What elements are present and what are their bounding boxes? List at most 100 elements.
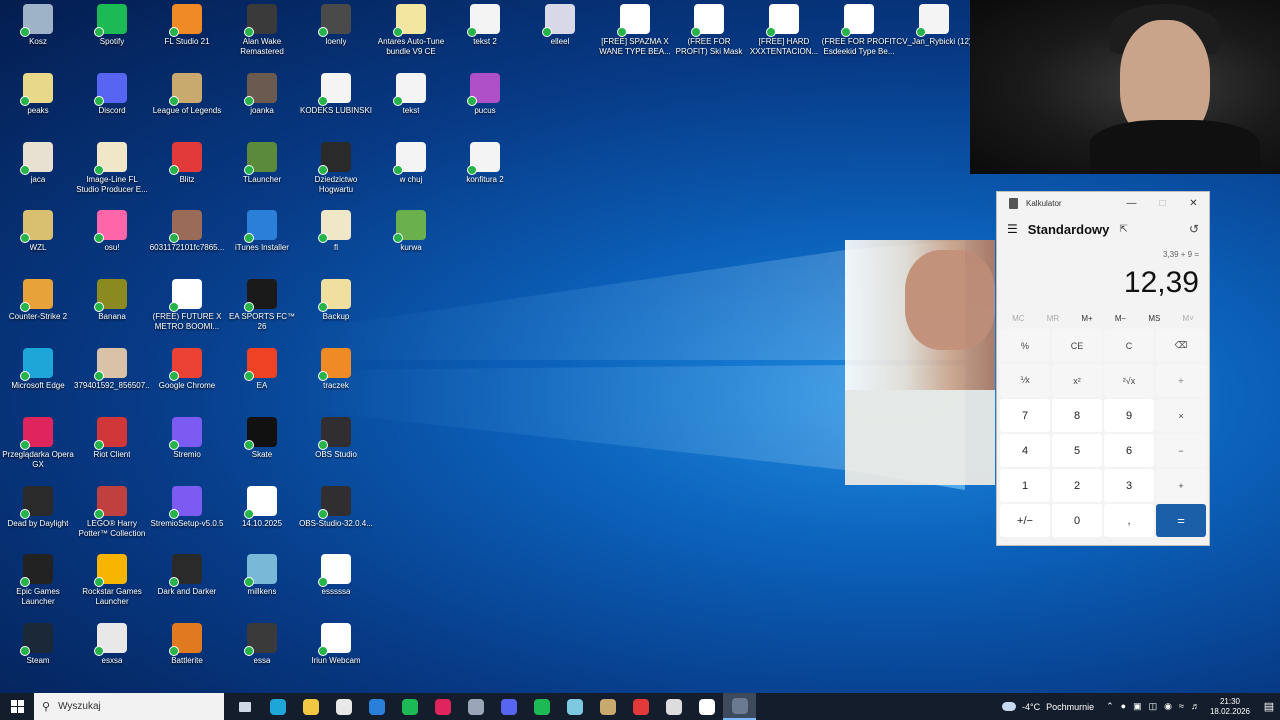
chevron-up-icon[interactable]: ⌃ (1106, 701, 1114, 712)
desktop-icon[interactable]: TLauncher (224, 142, 300, 208)
calc-key[interactable]: 2 (1052, 469, 1102, 502)
desktop-icon[interactable]: Dziedzictwo Hogwartu (298, 142, 374, 208)
hamburger-menu-icon[interactable]: ☰ (1007, 222, 1018, 236)
taskbar-app-discord[interactable] (492, 693, 525, 720)
desktop-icon[interactable]: Image-Line FL Studio Producer E... (74, 142, 150, 208)
desktop-icon[interactable]: FL Studio 21 (149, 4, 225, 70)
desktop-icon[interactable]: CV_Jan_Rybicki (12) (896, 4, 972, 70)
desktop-icon[interactable]: traczek (298, 348, 374, 414)
wifi-icon[interactable]: ≈ (1179, 701, 1184, 712)
calc-key[interactable]: ⌫ (1156, 329, 1206, 362)
memory-button[interactable]: M˅ (1183, 314, 1194, 323)
calc-key[interactable]: CE (1052, 329, 1102, 362)
taskbar-app-obs[interactable] (657, 693, 690, 720)
desktop-icon[interactable]: StremioSetup-v5.0.5 (149, 486, 225, 552)
start-button[interactable] (0, 693, 34, 720)
desktop-icon[interactable]: Iriun Webcam (298, 623, 374, 689)
desktop-icon[interactable]: Riot Client (74, 417, 150, 483)
calc-key[interactable]: ²√x (1104, 364, 1154, 397)
taskbar-app-calculator[interactable] (723, 693, 756, 720)
desktop-icon[interactable]: [FREE] HARD XXXTENTACION... (746, 4, 822, 70)
desktop-icon[interactable]: OBS Studio (298, 417, 374, 483)
memory-button[interactable]: MC (1012, 314, 1024, 323)
taskbar-search[interactable]: ⚲ Wyszukaj (34, 693, 224, 720)
desktop-icon[interactable]: WZL (0, 210, 76, 276)
maximize-icon[interactable]: □ (1147, 192, 1178, 214)
obs-tray-icon[interactable]: ◉ (1164, 701, 1172, 712)
desktop-icon[interactable]: Kosz (0, 4, 76, 70)
desktop-icon[interactable]: Antares Auto-Tune bundle V9 CE (373, 4, 449, 70)
desktop-icon[interactable]: fl (298, 210, 374, 276)
calc-key[interactable]: 0 (1052, 504, 1102, 537)
calc-key[interactable]: ÷ (1156, 364, 1206, 397)
calc-key[interactable]: 9 (1104, 399, 1154, 432)
notification-icon[interactable]: ▤ (1260, 700, 1278, 713)
taskbar-app-file-explorer[interactable] (294, 693, 327, 720)
history-icon[interactable]: ↺ (1189, 222, 1199, 236)
memory-button[interactable]: MR (1047, 314, 1059, 323)
calc-key[interactable]: + (1156, 469, 1206, 502)
desktop-icon[interactable]: Skate (224, 417, 300, 483)
microphone-icon[interactable]: ● (1121, 701, 1126, 712)
desktop-icon[interactable]: elleel (522, 4, 598, 70)
desktop-icon[interactable]: League of Legends (149, 73, 225, 139)
weather-widget[interactable]: -4°C Pochmurnie (1001, 702, 1094, 712)
taskbar-app-task-view[interactable] (228, 693, 261, 720)
desktop-icon[interactable]: [FREE] SPAZMA X WANE TYPE BEA... (597, 4, 673, 70)
desktop-icon[interactable]: loenly (298, 4, 374, 70)
calc-key[interactable]: 3 (1104, 469, 1154, 502)
calc-key[interactable]: = (1156, 504, 1206, 537)
display-icon[interactable]: ▣ (1133, 701, 1142, 712)
calc-key[interactable]: 8 (1052, 399, 1102, 432)
desktop-icon[interactable]: 379401592_856507... (74, 348, 150, 414)
desktop-icon[interactable]: EA SPORTS FC™ 26 (224, 279, 300, 345)
taskbar-clock[interactable]: 21:30 18.02.2026 (1210, 697, 1250, 717)
taskbar-app-edge[interactable] (261, 693, 294, 720)
minimize-icon[interactable]: — (1116, 192, 1147, 214)
desktop-icon[interactable]: kurwa (373, 210, 449, 276)
calc-key[interactable]: C (1104, 329, 1154, 362)
desktop-icon[interactable]: tekst 2 (447, 4, 523, 70)
desktop-icon[interactable]: Battlerite (149, 623, 225, 689)
desktop-icon[interactable]: Banana (74, 279, 150, 345)
desktop-icon[interactable]: KODEKS LUBINSKI (298, 73, 374, 139)
network-icon[interactable]: ◫ (1149, 701, 1158, 712)
memory-button[interactable]: M+ (1081, 314, 1092, 323)
memory-button[interactable]: M− (1115, 314, 1126, 323)
desktop-icon[interactable]: Przeglądarka Opera GX (0, 417, 76, 483)
desktop-icon[interactable]: Steam (0, 623, 76, 689)
calc-key[interactable]: ⅟x (1000, 364, 1050, 397)
desktop-icon[interactable]: millkens (224, 554, 300, 620)
taskbar-app-spotify-2[interactable] (525, 693, 558, 720)
desktop-icon[interactable]: Counter-Strike 2 (0, 279, 76, 345)
desktop-icon[interactable]: Stremio (149, 417, 225, 483)
desktop-icon[interactable]: Rockstar Games Launcher (74, 554, 150, 620)
close-icon[interactable]: ✕ (1178, 192, 1209, 214)
volume-icon[interactable]: ♬ (1191, 701, 1200, 712)
desktop-icon[interactable]: Microsoft Edge (0, 348, 76, 414)
calc-key[interactable]: , (1104, 504, 1154, 537)
desktop-icon[interactable]: w chuj (373, 142, 449, 208)
desktop-icon[interactable]: Spotify (74, 4, 150, 70)
taskbar-app-blitz[interactable] (624, 693, 657, 720)
calc-key[interactable]: − (1156, 434, 1206, 467)
desktop-icon[interactable]: esxsa (74, 623, 150, 689)
desktop-icon[interactable]: (FREE FOR PROFIT) Ski Mask The Slu... (671, 4, 747, 70)
calc-key[interactable]: 7 (1000, 399, 1050, 432)
taskbar-app-iriun[interactable] (690, 693, 723, 720)
calc-key[interactable]: % (1000, 329, 1050, 362)
taskbar-app-opera-gx[interactable] (426, 693, 459, 720)
taskbar-app-notepad[interactable] (558, 693, 591, 720)
desktop-icon[interactable]: 60311721​01fc7865... (149, 210, 225, 276)
calc-key[interactable]: 1 (1000, 469, 1050, 502)
taskbar-app-store[interactable] (327, 693, 360, 720)
taskbar-app-mail[interactable] (360, 693, 393, 720)
desktop-icon[interactable]: iTunes Installer (224, 210, 300, 276)
desktop-icon[interactable]: essa (224, 623, 300, 689)
desktop-icon[interactable]: Dark and Darker (149, 554, 225, 620)
desktop-icon[interactable]: Alan Wake Remastered (224, 4, 300, 70)
desktop-icon[interactable]: pucus (447, 73, 523, 139)
desktop-icon[interactable]: Epic Games Launcher (0, 554, 76, 620)
desktop-icon[interactable]: Discord (74, 73, 150, 139)
taskbar-app-league[interactable] (591, 693, 624, 720)
